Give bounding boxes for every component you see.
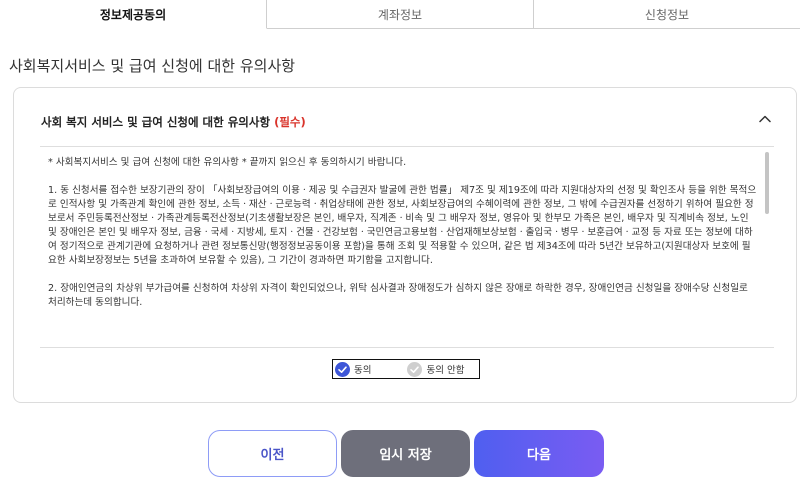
checked-icon: [335, 361, 350, 377]
consent-radio-group: 동의 동의 안함: [332, 359, 480, 379]
disagree-label: 동의 안함: [426, 365, 465, 376]
card-heading[interactable]: 사회 복지 서비스 및 급여 신청에 대한 유의사항 (필수): [41, 114, 306, 130]
terms-paragraph-1: 1. 동 신청서를 접수한 보장기관의 장이 「사회보장급여의 이용ㆍ제공 및 …: [48, 185, 757, 266]
scrollbar[interactable]: [765, 152, 769, 214]
prev-button[interactable]: 이전: [208, 430, 337, 477]
divider: [40, 146, 774, 147]
save-draft-button[interactable]: 임시 저장: [341, 430, 470, 477]
step-tabs: 정보제공동의 계좌정보 신청정보: [0, 0, 800, 29]
agree-option[interactable]: 동의: [335, 361, 372, 377]
page-title: 사회복지서비스 및 급여 신청에 대한 유의사항: [9, 57, 296, 75]
chevron-up-icon[interactable]: [757, 111, 773, 127]
terms-notice: * 사회복지서비스 및 급여 신청에 대한 유의사항 * 끝까지 읽으신 후 동…: [48, 157, 407, 168]
agree-label: 동의: [354, 365, 372, 376]
tab-application-info[interactable]: 신청정보: [533, 0, 800, 29]
terms-scroll-area[interactable]: * 사회복지서비스 및 급여 신청에 대한 유의사항 * 끝까지 읽으신 후 동…: [48, 156, 758, 342]
tab-account-info[interactable]: 계좌정보: [267, 0, 533, 29]
notice-card: 사회 복지 서비스 및 급여 신청에 대한 유의사항 (필수) * 사회복지서비…: [13, 87, 797, 403]
unchecked-icon: [407, 361, 423, 377]
tab-consent[interactable]: 정보제공동의: [0, 0, 267, 29]
disagree-option[interactable]: 동의 안함: [407, 361, 465, 377]
terms-paragraph-2: 2. 장애인연금의 차상위 부가급여를 신청하여 차상위 자격이 확인되었으나,…: [48, 283, 748, 308]
next-button[interactable]: 다음: [474, 430, 604, 477]
card-heading-text: 사회 복지 서비스 및 급여 신청에 대한 유의사항: [41, 115, 271, 129]
required-label: (필수): [274, 115, 306, 129]
divider: [40, 347, 774, 348]
